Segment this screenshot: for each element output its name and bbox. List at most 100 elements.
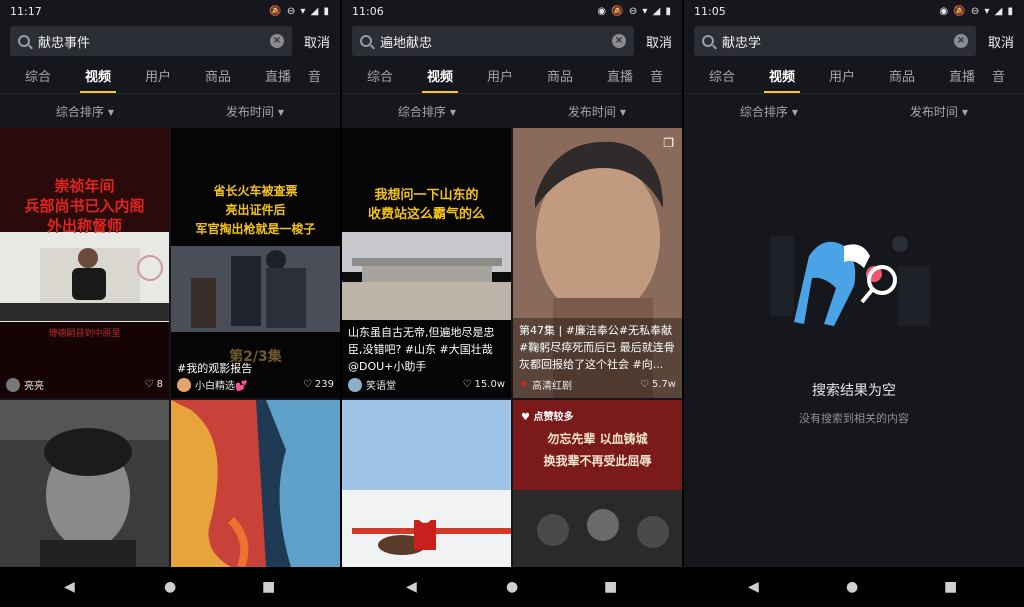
search-input[interactable] xyxy=(38,33,262,49)
home-icon[interactable]: ● xyxy=(846,579,858,595)
heart-icon: ♡ xyxy=(639,379,649,390)
video-tile[interactable]: ♥ 点赞较多 勿忘先辈 以血铸城 换我辈不再受此屈辱 xyxy=(513,400,682,567)
video-meta: 笑语堂 ♡ 15.0w xyxy=(348,377,505,392)
sort-filter[interactable]: 综合排序 ▼ xyxy=(56,103,114,120)
caret-down-icon: ▼ xyxy=(277,107,285,117)
tab-users[interactable]: 用户 xyxy=(128,66,188,93)
overlay-text: 崇祯年间 兵部尚书已入内阁 外出称督师 xyxy=(24,177,145,235)
video-tile[interactable]: 崇祯年间 兵部尚书已入内阁 外出称督师 傅德嗣县到中原里 亮亮 ♡ 8 xyxy=(0,128,169,398)
tab-users[interactable]: 用户 xyxy=(470,66,530,93)
like-count: 15.0w xyxy=(474,379,505,390)
clear-icon[interactable]: × xyxy=(611,34,626,48)
home-icon[interactable]: ● xyxy=(164,579,176,595)
search-input[interactable] xyxy=(380,33,604,49)
clear-icon[interactable]: × xyxy=(953,34,968,48)
recents-icon[interactable]: ■ xyxy=(604,579,617,595)
tab-music[interactable]: 音 xyxy=(992,66,1016,93)
time-filter[interactable]: 发布时间 ▼ xyxy=(568,103,626,120)
like-count: 239 xyxy=(314,379,334,390)
overlay-text: 我想问一下山东的 收费站这么霸气的么 xyxy=(367,188,485,222)
tab-live[interactable]: 直播 xyxy=(932,66,992,93)
video-tile[interactable] xyxy=(0,400,169,567)
status-time: 11:05 xyxy=(694,4,726,18)
empty-state: 搜索结果为空 没有搜索到相关的内容 xyxy=(684,128,1024,567)
filter-row: 综合排序 ▼ 发布时间 ▼ xyxy=(684,94,1024,128)
avatar[interactable] xyxy=(348,377,362,392)
tab-comprehensive[interactable]: 综合 xyxy=(350,66,410,93)
status-bar: 11:06 ◉ 🔕 ⊖ ▾ ◢ ▮ xyxy=(342,0,682,22)
back-icon[interactable]: ◀ xyxy=(748,579,759,595)
tab-products[interactable]: 商品 xyxy=(872,66,932,93)
tab-bar: 综合 视频 用户 商品 直播 音 xyxy=(684,60,1024,94)
sort-filter[interactable]: 综合排序 ▼ xyxy=(398,103,456,120)
cancel-button[interactable]: 取消 xyxy=(646,32,672,51)
video-grid: 崇祯年间 兵部尚书已入内阁 外出称督师 傅德嗣县到中原里 亮亮 ♡ 8 省长火车… xyxy=(0,128,340,567)
tab-users[interactable]: 用户 xyxy=(812,66,872,93)
time-filter[interactable]: 发布时间 ▼ xyxy=(226,103,284,120)
star-icon: ★ xyxy=(519,379,528,390)
tab-products[interactable]: 商品 xyxy=(530,66,590,93)
video-thumbnail xyxy=(342,400,511,567)
caret-down-icon: ▼ xyxy=(619,107,627,117)
search-box[interactable]: × xyxy=(352,26,634,56)
video-caption: #我的观影报告 xyxy=(177,362,253,375)
video-meta: 亮亮 ♡ 8 xyxy=(6,377,163,392)
heart-icon: ♡ xyxy=(302,379,312,390)
heart-icon: ♥ xyxy=(521,412,530,423)
video-tile[interactable] xyxy=(342,400,511,567)
search-box[interactable]: × xyxy=(694,26,976,56)
video-grid: 我想问一下山东的 收费站这么霸气的么 山东虽自古无帝,但遍地尽是忠臣,没错吧? … xyxy=(342,128,682,567)
search-input[interactable] xyxy=(722,33,946,49)
video-tile[interactable]: 省长火车被查票 亮出证件后 军官掏出枪就是一梭子 第2/3集 #我的观影报告 小… xyxy=(171,128,340,398)
filter-row: 综合排序 ▼ 发布时间 ▼ xyxy=(342,94,682,128)
avatar[interactable] xyxy=(177,377,191,392)
back-icon[interactable]: ◀ xyxy=(64,579,75,595)
cancel-button[interactable]: 取消 xyxy=(988,32,1014,51)
video-tile[interactable]: 我想问一下山东的 收费站这么霸气的么 山东虽自古无帝,但遍地尽是忠臣,没错吧? … xyxy=(342,128,511,398)
author-name[interactable]: 小白精选💕 xyxy=(195,377,247,392)
tab-video[interactable]: 视频 xyxy=(752,66,812,93)
heart-icon: ♡ xyxy=(144,379,154,390)
tab-video[interactable]: 视频 xyxy=(410,66,470,93)
back-icon[interactable]: ◀ xyxy=(406,579,417,595)
video-tile[interactable] xyxy=(171,400,340,567)
recents-icon[interactable]: ■ xyxy=(262,579,275,595)
status-bar: 11:17 🔕 ⊖ ▾ ◢ ▮ xyxy=(0,0,340,22)
author-name[interactable]: 亮亮 xyxy=(24,377,44,392)
video-thumbnail xyxy=(171,400,340,567)
author-name[interactable]: 高清红剧 xyxy=(532,377,572,392)
tab-live[interactable]: 直播 xyxy=(590,66,650,93)
search-row: × 取消 xyxy=(0,22,340,60)
empty-title: 搜索结果为空 xyxy=(812,383,896,399)
caret-down-icon: ▼ xyxy=(449,107,457,117)
recents-icon[interactable]: ■ xyxy=(944,579,957,595)
video-tile[interactable]: ❐ 第47集 | #廉洁奉公#无私奉献 #鞠躬尽瘁死而后已 最后就连骨灰都回报给… xyxy=(513,128,682,398)
caret-down-icon: ▼ xyxy=(107,107,115,117)
video-meta: 小白精选💕 ♡ 239 xyxy=(177,377,334,392)
clear-icon[interactable]: × xyxy=(269,34,284,48)
status-time: 11:06 xyxy=(352,4,384,18)
layers-icon: ❐ xyxy=(663,136,674,150)
caret-down-icon: ▼ xyxy=(791,107,799,117)
cancel-button[interactable]: 取消 xyxy=(304,32,330,51)
video-thumbnail xyxy=(513,400,682,567)
time-filter[interactable]: 发布时间 ▼ xyxy=(910,103,968,120)
home-icon[interactable]: ● xyxy=(506,579,518,595)
tab-products[interactable]: 商品 xyxy=(188,66,248,93)
avatar[interactable] xyxy=(6,377,20,392)
overlay-text: 省长火车被查票 亮出证件后 军官掏出枪就是一梭子 xyxy=(195,184,316,236)
sort-filter[interactable]: 综合排序 ▼ xyxy=(740,103,798,120)
tab-music[interactable]: 音 xyxy=(650,66,674,93)
status-bar: 11:05 ◉ 🔕 ⊖ ▾ ◢ ▮ xyxy=(684,0,1024,22)
tab-video[interactable]: 视频 xyxy=(68,66,128,93)
video-caption: 第47集 | #廉洁奉公#无私奉献 #鞠躬尽瘁死而后已 最后就连骨灰都回报给了这… xyxy=(519,324,675,371)
tab-comprehensive[interactable]: 综合 xyxy=(692,66,752,93)
tab-bar: 综合 视频 用户 商品 直播 音 xyxy=(342,60,682,94)
tab-live[interactable]: 直播 xyxy=(248,66,308,93)
search-box[interactable]: × xyxy=(10,26,292,56)
search-icon xyxy=(360,35,372,47)
status-icons: ◉ 🔕 ⊖ ▾ ◢ ▮ xyxy=(597,5,672,17)
author-name[interactable]: 笑语堂 xyxy=(366,377,396,392)
tab-music[interactable]: 音 xyxy=(308,66,332,93)
tab-comprehensive[interactable]: 综合 xyxy=(8,66,68,93)
